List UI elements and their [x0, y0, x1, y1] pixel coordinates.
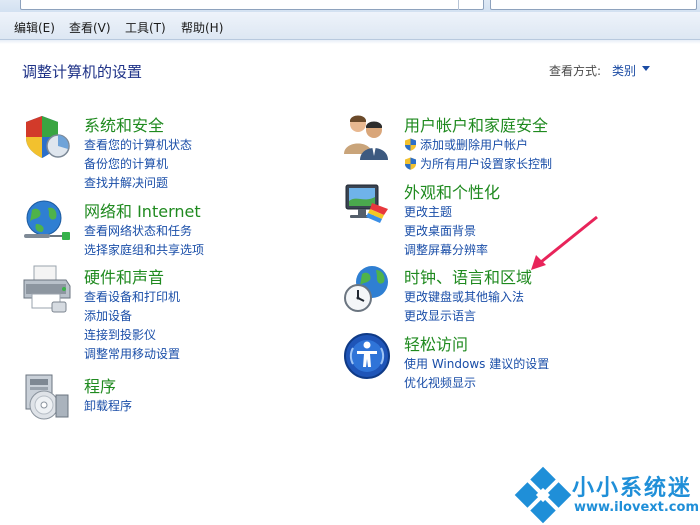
annotation-arrow-icon — [531, 215, 598, 270]
watermark-url: www.ilovext.com — [574, 500, 699, 515]
watermark-name: 小小系统迷 — [572, 476, 693, 501]
